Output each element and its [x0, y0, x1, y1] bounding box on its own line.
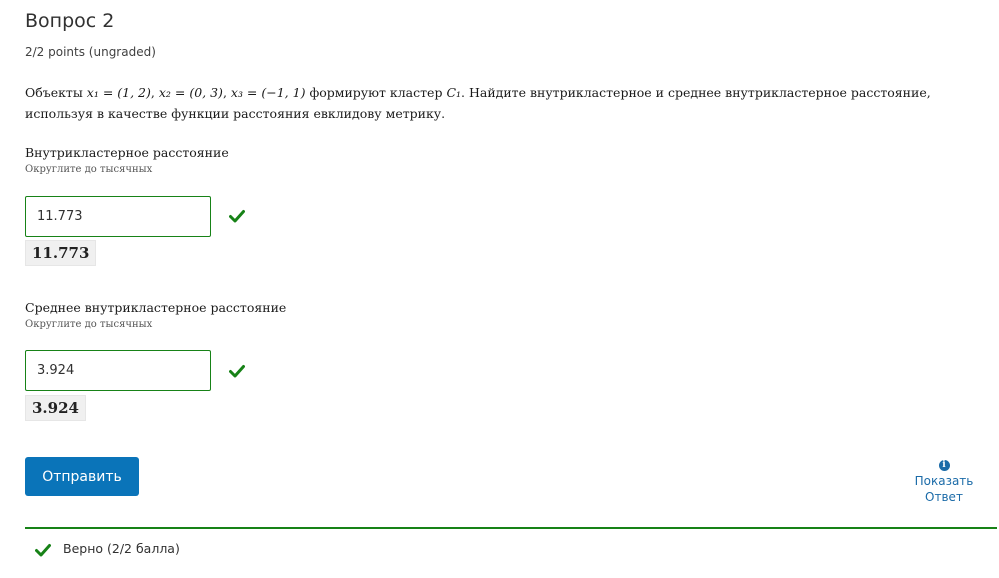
- answer-1-input[interactable]: [25, 196, 211, 237]
- feedback-divider: [25, 527, 997, 529]
- math-x1: x₁ = (1, 2): [86, 85, 151, 100]
- math-x3: x₃ = (−1, 1): [230, 85, 306, 100]
- answer-1-hint: Округлите до тысячных: [25, 164, 153, 175]
- show-answer-label-2: Ответ: [925, 490, 963, 504]
- answer-2-input[interactable]: [25, 350, 211, 391]
- question-title: Вопрос 2: [25, 10, 115, 32]
- show-answer-label-1: Показать: [914, 474, 974, 488]
- question-text: Объекты x₁ = (1, 2), x₂ = (0, 3), x₃ = (…: [25, 85, 931, 121]
- submit-button[interactable]: Отправить: [25, 457, 139, 496]
- question-prefix: Объекты: [25, 85, 83, 100]
- answer-2-hint: Округлите до тысячных: [25, 319, 153, 330]
- answer-1-label: Внутрикластерное расстояние: [25, 145, 229, 160]
- math-x2: x₂ = (0, 3): [158, 85, 223, 100]
- answer-1-preview: 11.773: [25, 240, 97, 266]
- info-icon: i: [938, 460, 950, 471]
- show-answer-button[interactable]: i Показать Ответ: [900, 460, 988, 505]
- answer-2-label: Среднее внутрикластерное расстояние: [25, 300, 287, 315]
- feedback-text: Верно (2/2 балла): [63, 541, 180, 556]
- check-icon: [229, 210, 245, 223]
- check-icon: [229, 365, 245, 378]
- question-points: 2/2 points (ungraded): [25, 45, 156, 59]
- check-icon: [35, 543, 51, 556]
- math-cluster: C₁: [446, 85, 462, 100]
- answer-2-preview: 3.924: [25, 395, 86, 421]
- feedback-status: Верно (2/2 балла): [35, 541, 180, 557]
- question-mid: формируют кластер: [309, 85, 443, 100]
